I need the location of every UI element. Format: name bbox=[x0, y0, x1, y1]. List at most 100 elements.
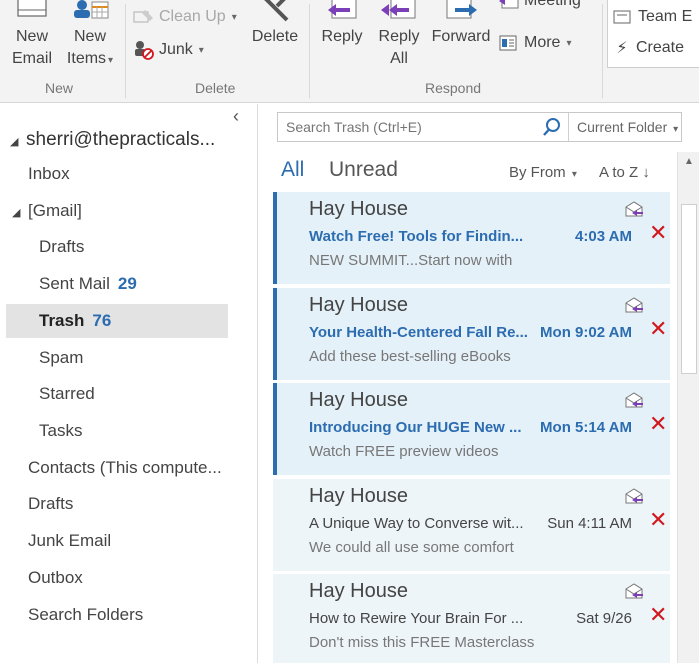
folder-item-junk-email[interactable]: Junk Email bbox=[0, 524, 111, 558]
delete-message-icon[interactable]: ✕ bbox=[649, 222, 667, 244]
unread-count-badge: 29 bbox=[117, 274, 137, 293]
delete-message-icon[interactable]: ✕ bbox=[649, 413, 667, 435]
folder-item-tasks[interactable]: Tasks bbox=[0, 414, 82, 448]
filter-all-tab[interactable]: All bbox=[281, 158, 304, 182]
message-preview: NEW SUMMIT...Start now with bbox=[309, 252, 513, 269]
message-preview: We could all use some comfort bbox=[309, 539, 514, 556]
message-sender: Hay House bbox=[309, 389, 408, 411]
chevron-down-icon: ▾ bbox=[108, 55, 114, 66]
message-time: Sun 4:11 AM bbox=[547, 515, 632, 532]
folder-item-trash[interactable]: Trash 76 bbox=[6, 304, 228, 338]
delete-x-icon bbox=[264, 0, 289, 22]
arrange-by-dropdown[interactable]: By From ▾ bbox=[509, 164, 577, 181]
message-sender: Hay House bbox=[309, 485, 408, 507]
clean-up-icon bbox=[133, 10, 153, 23]
quick-steps-gallery: Team E ⚡ Create bbox=[607, 0, 699, 68]
message-subject: Watch Free! Tools for Findin... bbox=[309, 228, 524, 245]
message-sender: Hay House bbox=[309, 198, 408, 220]
delete-message-icon[interactable]: ✕ bbox=[649, 509, 667, 531]
message-preview: Watch FREE preview videos bbox=[309, 443, 499, 460]
envelope-icon bbox=[17, 0, 47, 17]
folder-item-starred[interactable]: Starred bbox=[0, 377, 95, 411]
unread-indicator-bar bbox=[273, 383, 277, 475]
message-row[interactable]: Hay House Watch Free! Tools for Findin...… bbox=[273, 192, 670, 284]
clean-up-button[interactable]: Clean Up ▾ bbox=[133, 8, 237, 26]
meeting-icon bbox=[499, 0, 519, 9]
reply-all-icon bbox=[381, 0, 416, 19]
more-button[interactable]: More ▾ bbox=[498, 33, 571, 53]
team-email-icon bbox=[613, 10, 631, 24]
quick-step-create-new[interactable]: ⚡ Create bbox=[612, 38, 684, 58]
scroll-thumb[interactable] bbox=[681, 204, 697, 374]
chevron-down-icon: ▾ bbox=[673, 124, 679, 135]
folder-item-gmail-drafts[interactable]: Drafts bbox=[0, 230, 84, 264]
forward-icon bbox=[446, 0, 477, 19]
folder-item-inbox[interactable]: Inbox bbox=[0, 157, 70, 191]
message-sender: Hay House bbox=[309, 294, 408, 316]
replied-envelope-icon bbox=[625, 583, 643, 599]
chevron-left-icon[interactable]: ‹ bbox=[233, 106, 239, 127]
expanded-triangle-icon[interactable]: ◢ bbox=[12, 196, 28, 230]
folder-item-contacts[interactable]: Contacts (This compute... bbox=[0, 451, 222, 485]
message-list-scrollbar[interactable]: ▲ bbox=[677, 152, 699, 663]
folder-item-gmail[interactable]: ◢ [Gmail] bbox=[0, 194, 82, 228]
chevron-down-icon: ▾ bbox=[566, 37, 572, 49]
message-row[interactable]: Hay House Introducing Our HUGE New ... Mon… bbox=[273, 383, 670, 475]
account-node[interactable]: ◢ sherri@thepracticals... bbox=[10, 123, 215, 157]
delete-message-icon[interactable]: ✕ bbox=[649, 318, 667, 340]
search-input[interactable] bbox=[278, 113, 548, 141]
reply-button[interactable]: Reply bbox=[316, 0, 368, 48]
replied-envelope-icon bbox=[625, 297, 643, 313]
search-box: Current Folder ▾ bbox=[277, 112, 682, 142]
group-label-new: New bbox=[45, 80, 74, 96]
unread-count-badge: 76 bbox=[92, 311, 112, 330]
unread-indicator-bar bbox=[273, 192, 277, 284]
unread-indicator-bar bbox=[273, 288, 277, 380]
folder-item-outbox[interactable]: Outbox bbox=[0, 561, 83, 595]
group-label-respond: Respond bbox=[425, 80, 482, 96]
replied-envelope-icon bbox=[625, 488, 643, 504]
message-row[interactable]: Hay House A Unique Way to Converse wit...… bbox=[273, 479, 670, 571]
expanded-triangle-icon[interactable]: ◢ bbox=[10, 125, 26, 159]
junk-button[interactable]: Junk ▾ bbox=[133, 40, 204, 60]
delete-message-icon[interactable]: ✕ bbox=[649, 604, 667, 626]
filter-unread-tab[interactable]: Unread bbox=[329, 158, 398, 182]
quick-step-team-email[interactable]: Team E bbox=[612, 8, 692, 26]
ribbon-separator bbox=[602, 4, 603, 98]
chevron-down-icon: ▾ bbox=[231, 11, 237, 23]
sort-order-toggle[interactable]: A to Z ↓ bbox=[599, 164, 650, 181]
reply-all-button[interactable]: Reply All bbox=[372, 0, 426, 70]
meeting-button[interactable]: Meeting bbox=[498, 0, 581, 10]
ribbon-separator bbox=[309, 4, 310, 98]
message-subject: How to Rewire Your Brain For ... bbox=[309, 610, 524, 627]
more-respond-icon bbox=[499, 35, 517, 51]
message-subject: Introducing Our HUGE New ... bbox=[309, 419, 522, 436]
message-filters: All Unread By From ▾ A to Z ↓ bbox=[281, 156, 691, 186]
message-preview: Don't miss this FREE Masterclass bbox=[309, 634, 535, 651]
folder-item-sent-mail[interactable]: Sent Mail 29 bbox=[0, 267, 137, 301]
scroll-up-icon[interactable]: ▲ bbox=[678, 152, 699, 172]
message-preview: Add these best-selling eBooks bbox=[309, 348, 511, 365]
message-time: Mon 9:02 AM bbox=[540, 324, 632, 341]
new-items-icon bbox=[74, 0, 109, 19]
message-row[interactable]: Hay House Your Health-Centered Fall Re...… bbox=[273, 288, 670, 380]
message-list-pane: Current Folder ▾ All Unread By From ▾ A … bbox=[259, 104, 699, 663]
junk-icon bbox=[135, 41, 154, 60]
search-scope-dropdown[interactable]: Current Folder ▾ bbox=[568, 113, 683, 141]
delete-button[interactable]: Delete bbox=[246, 0, 304, 48]
message-row[interactable]: Hay House How to Rewire Your Brain For ..… bbox=[273, 574, 670, 663]
search-icon[interactable] bbox=[540, 115, 564, 139]
message-sender: Hay House bbox=[309, 580, 408, 602]
replied-envelope-icon bbox=[625, 201, 643, 217]
reply-icon bbox=[328, 0, 357, 19]
sort-down-arrow-icon: ↓ bbox=[642, 164, 650, 181]
message-time: Sat 9/26 bbox=[576, 610, 632, 627]
forward-button[interactable]: Forward bbox=[429, 0, 493, 48]
folder-pane: ‹ ◢ sherri@thepracticals... Inbox ◢ [Gmail… bbox=[0, 104, 258, 663]
new-items-button[interactable]: New Items ▾ bbox=[60, 0, 120, 72]
folder-item-search-folders[interactable]: Search Folders bbox=[0, 598, 143, 632]
folder-item-drafts[interactable]: Drafts bbox=[0, 487, 73, 521]
folder-item-spam[interactable]: Spam bbox=[0, 341, 83, 375]
ribbon: New Email New Items ▾ New Clean Up ▾ Jun… bbox=[0, 0, 699, 103]
new-email-button[interactable]: New Email bbox=[6, 0, 58, 70]
